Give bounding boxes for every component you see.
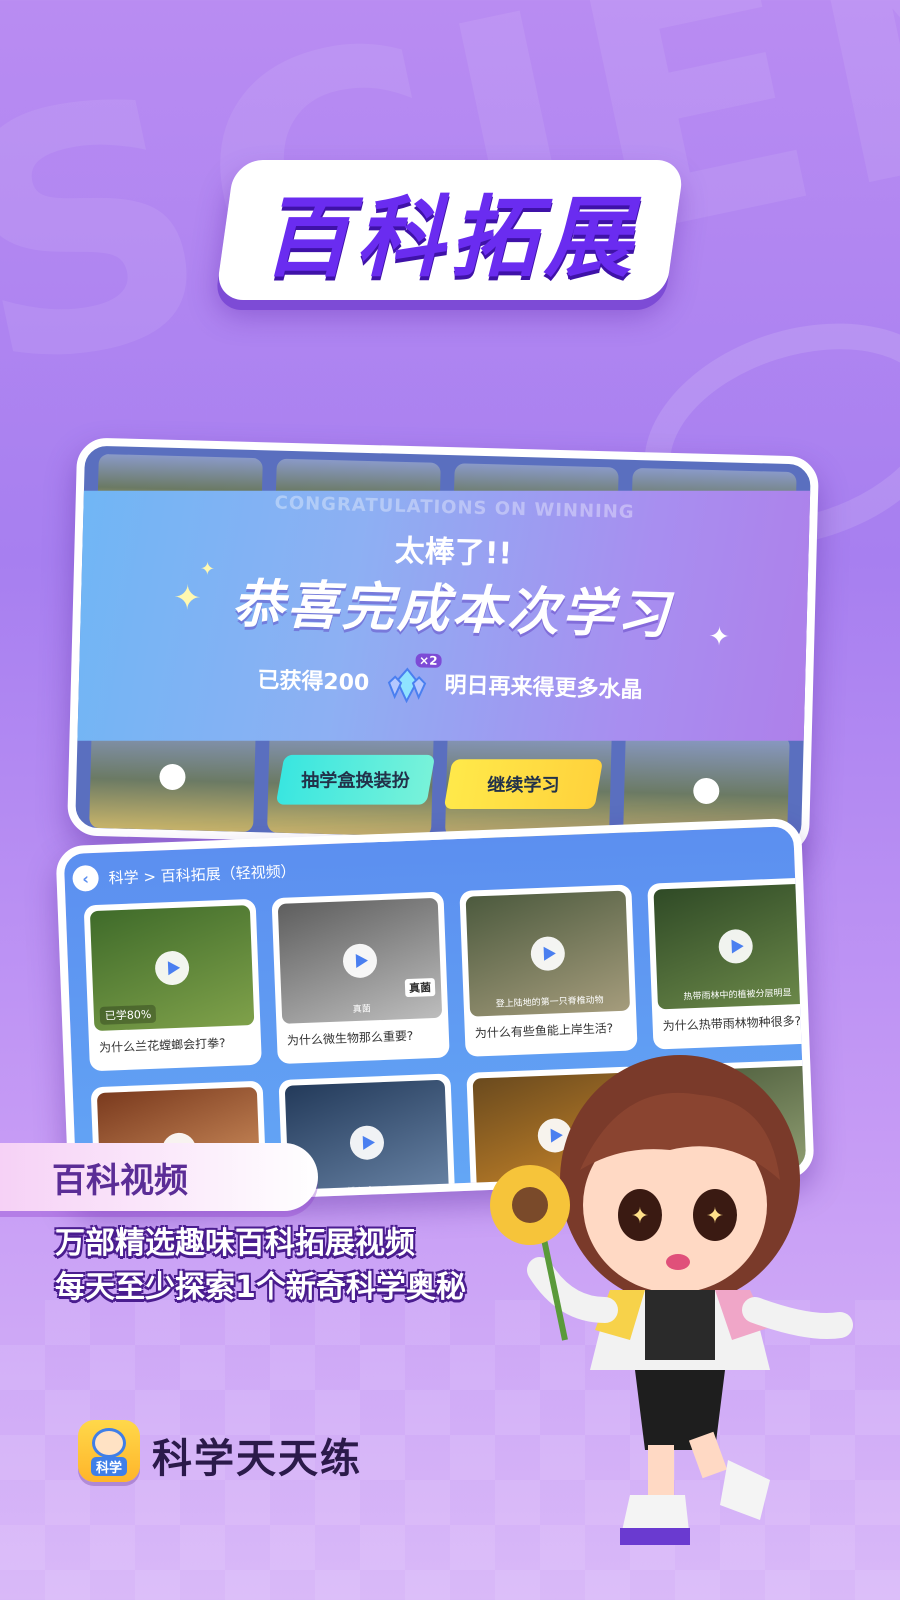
draw-box-label: 抽学盒换装扮 — [301, 770, 410, 792]
svg-text:✦: ✦ — [706, 1204, 724, 1229]
video-thumbnail: 真菌 真菌 — [277, 897, 443, 1024]
play-icon — [692, 777, 720, 805]
play-icon — [159, 763, 186, 791]
completion-screenshot: CONGRATULATIONS ON WINNING 太棒了!! ✦ ✦ ✦ 恭… — [66, 437, 820, 855]
app-logo: 科学 — [78, 1420, 140, 1482]
video-title: 为什么有些鱼能上岸生活? — [474, 1021, 614, 1041]
back-button[interactable]: ‹ — [72, 864, 100, 892]
feature-description: 万部精选趣味百科拓展视频 每天至少探索1个新奇科学奥秘 — [55, 1222, 466, 1310]
crystal-icon: ×2 — [386, 653, 442, 704]
video-card[interactable]: 登上陆地的第一只脊椎动物为什么有些鱼能上岸生活? — [459, 884, 638, 1057]
continue-learning-label: 继续学习 — [487, 775, 560, 797]
breadcrumb-text: 科学 > 百科拓展（轻视频） — [108, 861, 296, 887]
multiplier-badge: ×2 — [414, 653, 442, 668]
video-title: 为什么热带雨林物种很多? — [662, 1013, 802, 1034]
play-icon[interactable] — [718, 928, 754, 965]
video-title: 为什么微生物那么重要? — [286, 1028, 414, 1048]
logo-tag: 科学 — [90, 1457, 127, 1476]
app-name: 科学天天练 — [152, 1436, 362, 1482]
play-icon[interactable] — [342, 943, 378, 979]
topic-tag: 真菌 — [404, 977, 436, 998]
video-caption: 真菌 — [352, 1004, 372, 1016]
video-title: 为什么兰花螳螂会打拳? — [98, 1036, 226, 1055]
continue-learning-button[interactable]: 继续学习 — [443, 759, 604, 810]
play-icon[interactable] — [154, 950, 190, 986]
feature-label-text: 百科视频 — [52, 1160, 188, 1201]
reward-prefix: 已获得200 — [257, 668, 370, 697]
video-thumbnail: 登上陆地的第一只脊椎动物 — [465, 890, 631, 1017]
feature-line-2: 每天至少探索1个新奇科学奥秘 — [55, 1270, 466, 1305]
play-icon[interactable] — [530, 935, 566, 972]
video-thumbnail: 已学80% — [89, 905, 255, 1032]
draw-box-button[interactable]: 抽学盒换装扮 — [275, 754, 436, 805]
play-icon[interactable] — [349, 1125, 385, 1161]
progress-badge: 已学80% — [99, 1004, 157, 1025]
video-caption: 登上陆地的第一只脊椎动物 — [495, 995, 604, 1010]
breadcrumb: ‹ 科学 > 百科拓展（轻视频） — [72, 857, 296, 892]
video-caption: 热带雨林中的植被分层明显 — [683, 988, 792, 1003]
mascot-illustration: ✦ ✦ — [490, 1055, 853, 1545]
mascot-face-icon — [92, 1428, 126, 1458]
feature-line-1: 万部精选趣味百科拓展视频 — [55, 1226, 415, 1261]
video-card[interactable]: 真菌 真菌 为什么微生物那么重要? — [271, 891, 450, 1065]
page-title: 百科拓展 — [261, 185, 638, 289]
feature-label: 百科视频 — [0, 1143, 318, 1211]
video-thumbnail: 热带雨林中的植被分层明显 — [653, 883, 815, 1010]
reward-suffix: 明日再来得更多水晶 — [444, 673, 643, 704]
chevron-left-icon: ‹ — [81, 868, 90, 888]
video-card[interactable]: 热带雨林中的植被分层明显为什么热带雨林物种很多? — [647, 877, 815, 1050]
video-card[interactable]: 已学80% 为什么兰花螳螂会打拳? — [83, 898, 262, 1072]
title-banner: 百科拓展 — [215, 160, 685, 300]
svg-text:✦: ✦ — [631, 1204, 649, 1229]
